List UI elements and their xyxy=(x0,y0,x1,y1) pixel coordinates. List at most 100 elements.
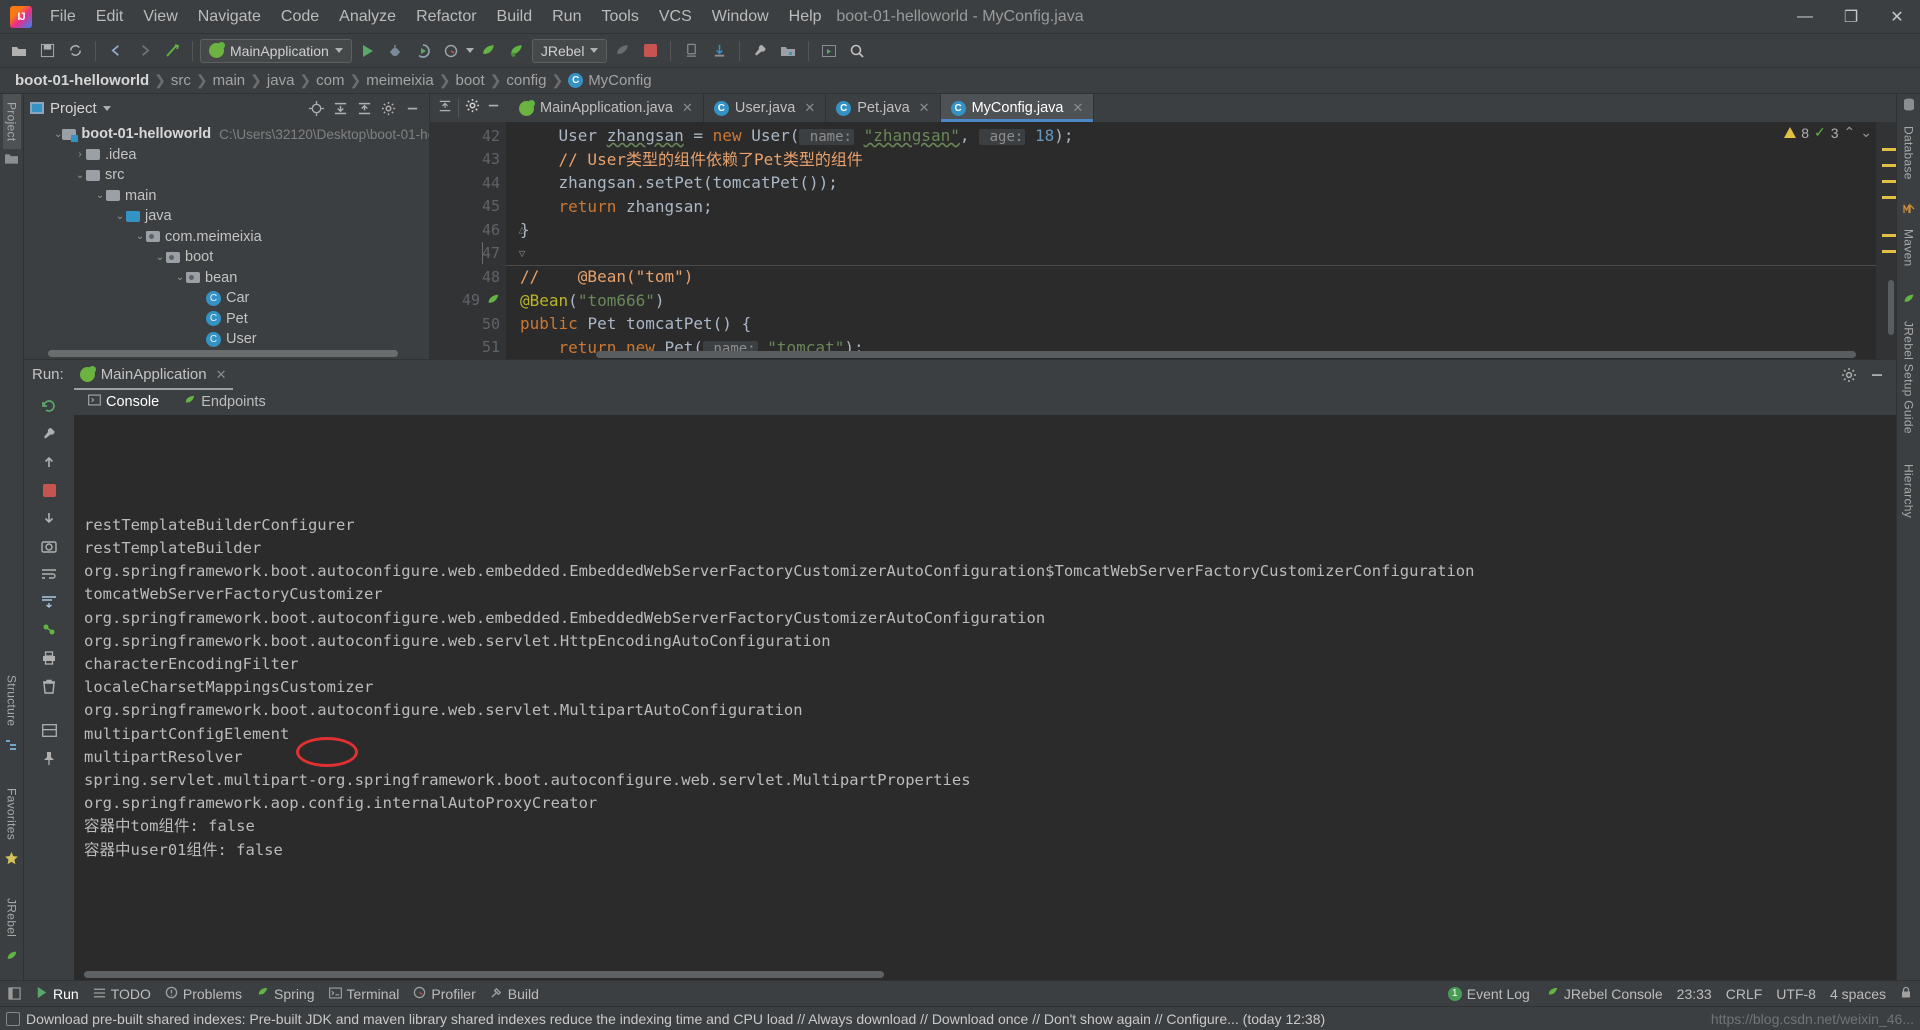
settings-gear-icon[interactable] xyxy=(465,98,480,118)
code-area[interactable]: 4243444546△47▽4849505152△ User zhangsan … xyxy=(430,122,1896,359)
chevron-down-icon[interactable]: ⌄ xyxy=(54,129,62,140)
gutter-line[interactable]: 48 xyxy=(430,265,506,289)
code-line[interactable] xyxy=(506,242,1896,266)
lock-icon[interactable] xyxy=(1900,986,1912,1002)
gutter-line[interactable]: 43 xyxy=(430,148,506,172)
settings-gear-icon[interactable] xyxy=(1838,364,1860,386)
close-icon[interactable]: ✕ xyxy=(1072,100,1083,116)
folder-icon[interactable] xyxy=(5,149,18,171)
tree-node-config[interactable]: ⌄config xyxy=(24,350,429,351)
menu-analyze[interactable]: Analyze xyxy=(329,4,406,30)
pin-icon[interactable] xyxy=(36,745,62,771)
tree-node--idea[interactable]: › .idea xyxy=(24,145,429,166)
settings-gear-icon[interactable] xyxy=(377,97,399,119)
rail-item-maven[interactable]: Maven xyxy=(1900,221,1918,275)
settings-wrench-icon[interactable] xyxy=(747,38,773,64)
database-icon[interactable] xyxy=(1903,94,1915,118)
code-line[interactable]: @Bean("tom666") xyxy=(506,289,1896,313)
code-line[interactable]: // User类型的组件依赖了Pet类型的组件 xyxy=(506,148,1896,172)
print-icon[interactable] xyxy=(36,645,62,671)
tree-node-com-meimeixia[interactable]: ⌄ com.meimeixia xyxy=(24,227,429,248)
device-manager-icon[interactable] xyxy=(678,38,704,64)
star-icon[interactable] xyxy=(5,848,18,872)
tree-node-java[interactable]: ⌄ java xyxy=(24,206,429,227)
console-output[interactable]: restTemplateBuilderConfigurer restTemplat… xyxy=(74,415,1896,980)
status-item-event-log[interactable]: 1 Event Log xyxy=(1447,986,1530,1002)
open-folder-icon[interactable] xyxy=(6,38,32,64)
minimize-button[interactable]: — xyxy=(1782,0,1828,34)
tree-node-main[interactable]: ⌄ main xyxy=(24,186,429,207)
jrebel-run-icon[interactable] xyxy=(476,38,502,64)
save-icon[interactable] xyxy=(34,38,60,64)
chevron-up-icon[interactable]: ⌃ xyxy=(1844,124,1856,141)
editor-tab-MyConfig-java[interactable]: C MyConfig.java ✕ xyxy=(940,94,1095,122)
chevron-down-icon[interactable]: ⌄ xyxy=(94,190,106,201)
compile-icon[interactable] xyxy=(159,38,185,64)
run-subtab-endpoints[interactable]: Endpoints xyxy=(179,392,270,413)
jrebel-disabled-icon[interactable] xyxy=(609,38,635,64)
minimize-icon[interactable] xyxy=(1866,364,1888,386)
breadcrumb-item-class[interactable]: C MyConfig xyxy=(563,72,656,89)
status-item-problems[interactable]: Problems xyxy=(165,986,242,1002)
hide-panel-icon[interactable] xyxy=(401,97,423,119)
wrench-icon[interactable] xyxy=(36,421,62,447)
status-line-sep[interactable]: CRLF xyxy=(1726,986,1763,1002)
rail-item-jrebel[interactable]: JRebel xyxy=(3,890,21,945)
status-item-profiler[interactable]: Profiler xyxy=(413,986,476,1002)
tree-node-boot[interactable]: ⌄ boot xyxy=(24,247,429,268)
menu-tools[interactable]: Tools xyxy=(591,4,648,30)
gutter-line[interactable]: 46 △ xyxy=(430,218,525,242)
code-text[interactable]: User zhangsan = new User( name: "zhangsa… xyxy=(506,122,1896,359)
tree-node-User[interactable]: C User xyxy=(24,329,429,350)
breadcrumb-item-com[interactable]: com xyxy=(311,72,349,89)
run-config-tab[interactable]: MainApplication ✕ xyxy=(73,360,233,390)
rail-item-database[interactable]: Database xyxy=(1900,118,1918,188)
scroll-to-end-icon[interactable] xyxy=(36,589,62,615)
run-anything-icon[interactable] xyxy=(816,38,842,64)
profile-chevron-icon[interactable] xyxy=(465,48,474,53)
jrebel-leaf-icon[interactable] xyxy=(486,293,500,307)
breadcrumb-item-src[interactable]: src xyxy=(166,72,196,89)
breadcrumb-item-boot-01-helloworld[interactable]: boot-01-helloworld xyxy=(10,72,154,89)
close-icon[interactable]: ✕ xyxy=(682,100,693,116)
status-item-build[interactable]: Build xyxy=(490,986,539,1002)
collapse-all-icon[interactable] xyxy=(438,99,452,118)
gutter-line[interactable]: 42 xyxy=(430,124,506,148)
menu-build[interactable]: Build xyxy=(487,4,543,30)
chevron-down-icon[interactable]: ⌄ xyxy=(174,272,186,283)
gutter-line[interactable]: 50 xyxy=(430,312,506,336)
status-item-terminal[interactable]: Terminal xyxy=(328,986,399,1002)
status-item-todo[interactable]: TODO xyxy=(93,986,151,1002)
breadcrumb-item-config[interactable]: config xyxy=(501,72,551,89)
scroll-up-icon[interactable] xyxy=(36,449,62,475)
stop-icon[interactable] xyxy=(637,38,663,64)
inspection-summary[interactable]: 8 ✓ 3 ⌃ ⌄ xyxy=(1784,124,1872,141)
tree-node-bean[interactable]: ⌄ bean xyxy=(24,268,429,289)
project-tree[interactable]: ⌄ boot-01-helloworld C:\Users\32120\Deskto… xyxy=(24,122,429,350)
editor-tab-Pet-java[interactable]: C Pet.java ✕ xyxy=(826,94,941,122)
code-line[interactable]: zhangsan.setPet(tomcatPet()); xyxy=(506,171,1896,195)
menu-edit[interactable]: Edit xyxy=(86,4,134,30)
maven-icon[interactable] xyxy=(1902,198,1915,221)
locate-target-icon[interactable] xyxy=(305,97,327,119)
update-project-icon[interactable] xyxy=(706,38,732,64)
breadcrumb-item-java[interactable]: java xyxy=(262,72,300,89)
scroll-down-icon[interactable] xyxy=(36,505,62,531)
run-button-icon[interactable] xyxy=(354,38,380,64)
status-indent[interactable]: 4 spaces xyxy=(1830,986,1886,1002)
thread-dump-icon[interactable] xyxy=(36,617,62,643)
navigate-back-icon[interactable] xyxy=(103,38,129,64)
status-encoding[interactable]: UTF-8 xyxy=(1776,986,1816,1002)
menu-run[interactable]: Run xyxy=(542,4,591,30)
rail-item-project[interactable]: Project xyxy=(2,94,21,150)
sync-icon[interactable] xyxy=(62,38,88,64)
notification-text[interactable]: Download pre-built shared indexes: Pre-b… xyxy=(26,1011,1325,1027)
editor-marker-bar[interactable] xyxy=(1876,122,1896,359)
code-line[interactable]: return zhangsan; xyxy=(506,195,1896,219)
layout-settings-icon[interactable] xyxy=(36,717,62,743)
gutter-line[interactable]: 47 ▽ xyxy=(430,242,525,266)
structure-icon[interactable] xyxy=(5,735,18,758)
debug-icon[interactable] xyxy=(382,38,408,64)
project-tree-hscrollbar[interactable] xyxy=(48,350,398,357)
jrebel-selector[interactable]: JRebel xyxy=(531,38,608,63)
